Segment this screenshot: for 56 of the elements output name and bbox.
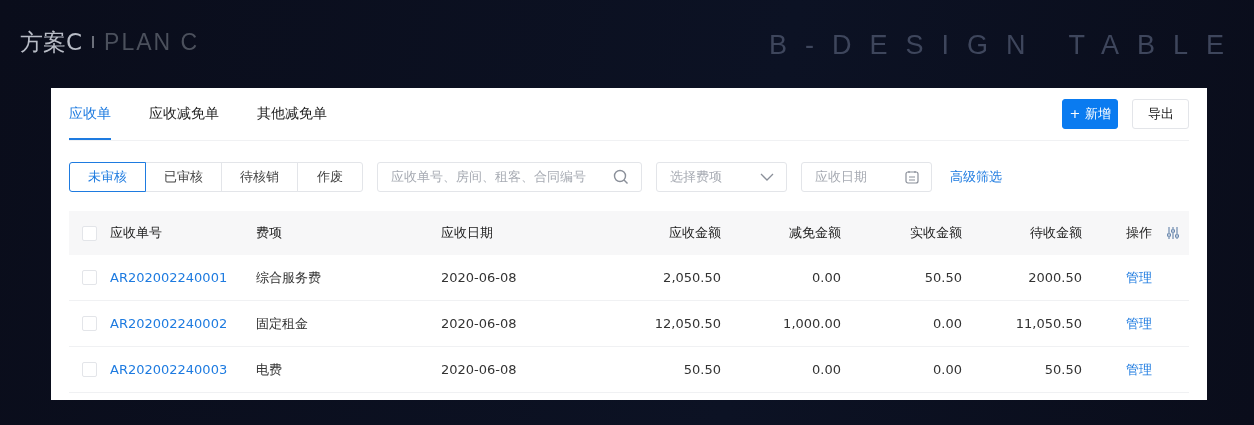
page-subtitle: PLAN C [104, 28, 200, 56]
column-header: 实收金额 [910, 224, 962, 242]
status-filter-button[interactable]: 未审核 [69, 162, 146, 192]
order-number-link[interactable]: AR202002240001 [110, 270, 228, 285]
table-cell: 综合服务费 [256, 268, 321, 287]
order-number-link[interactable]: AR202002240002 [110, 316, 228, 331]
row-checkbox[interactable] [82, 316, 97, 331]
column-header: 应收金额 [669, 224, 721, 242]
column-header: 减免金额 [789, 224, 841, 242]
table-cell: 2020-06-08 [441, 270, 517, 285]
column-header: 操作 [1126, 224, 1152, 242]
table-cell: 50.50 [683, 362, 721, 377]
advanced-filter-link[interactable]: 高级筛选 [950, 168, 1002, 186]
status-filter-button[interactable]: 作废 [297, 162, 363, 192]
row-checkbox[interactable] [82, 362, 97, 377]
table-cell: 0.00 [933, 362, 962, 377]
table-cell: 11,050.50 [1015, 316, 1082, 331]
table-cell: 2020-06-08 [441, 362, 517, 377]
table-cell: 0.00 [933, 316, 962, 331]
add-button[interactable]: + 新增 [1062, 99, 1118, 129]
search-icon [613, 169, 629, 185]
column-header: 应收日期 [441, 224, 493, 242]
table-cell: 固定租金 [256, 314, 308, 333]
table-cell: 2000.50 [1028, 270, 1082, 285]
select-all-checkbox[interactable] [82, 225, 97, 241]
table-cell: 0.00 [812, 362, 841, 377]
column-header: 待收金额 [1030, 224, 1082, 242]
table-cell: 电费 [256, 360, 282, 379]
manage-link[interactable]: 管理 [1126, 360, 1152, 379]
search-field[interactable]: 应收单号、房间、租客、合同编号 [377, 162, 642, 192]
status-filter-button[interactable]: 待核销 [221, 162, 298, 192]
page-title: 方案C [20, 27, 83, 57]
tab[interactable]: 应收减免单 [149, 88, 219, 140]
fee-select[interactable]: 选择费项 [656, 162, 787, 192]
status-filter-button[interactable]: 已审核 [145, 162, 222, 192]
manage-link[interactable]: 管理 [1126, 268, 1152, 287]
table-cell: 2,050.50 [663, 270, 721, 285]
export-button[interactable]: 导出 [1132, 99, 1189, 129]
column-settings-icon[interactable] [1166, 226, 1180, 240]
calendar-icon [905, 170, 919, 184]
manage-link[interactable]: 管理 [1126, 314, 1152, 333]
tab[interactable]: 应收单 [69, 88, 111, 140]
row-checkbox[interactable] [82, 270, 97, 285]
table-cell: 12,050.50 [654, 316, 721, 331]
brand-text: B-DESIGN TABLE [768, 29, 1242, 61]
order-number-link[interactable]: AR202002240003 [110, 362, 228, 377]
table-cell: 50.50 [1044, 362, 1082, 377]
column-header: 费项 [256, 224, 282, 242]
table-cell: 2020-06-08 [441, 316, 517, 331]
tab[interactable]: 其他减免单 [257, 88, 327, 140]
table-cell: 1,000.00 [783, 316, 841, 331]
date-field[interactable]: 应收日期 [801, 162, 932, 192]
table-cell: 50.50 [924, 270, 962, 285]
chevron-down-icon [760, 173, 774, 181]
column-header: 应收单号 [110, 224, 162, 242]
table-cell: 0.00 [812, 270, 841, 285]
